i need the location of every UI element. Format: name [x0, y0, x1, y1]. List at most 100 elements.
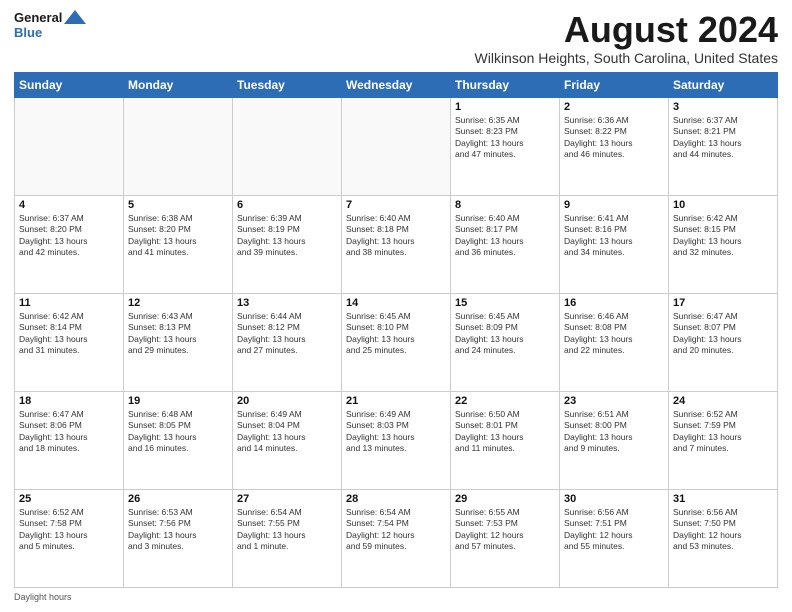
calendar-header-monday: Monday: [124, 72, 233, 97]
calendar-cell: 31 Sunrise: 6:56 AM Sunset: 7:50 PM Dayli…: [669, 489, 778, 587]
calendar-cell: 13 Sunrise: 6:44 AM Sunset: 8:12 PM Dayli…: [233, 293, 342, 391]
calendar-header-tuesday: Tuesday: [233, 72, 342, 97]
calendar-header-thursday: Thursday: [451, 72, 560, 97]
calendar-cell: 26Sunrise: 6:53 AM Sunset: 7:56 PM Dayli…: [124, 489, 233, 587]
day-number: 29: [455, 493, 555, 505]
day-number: 18: [19, 395, 119, 407]
calendar-header-saturday: Saturday: [669, 72, 778, 97]
calendar-week-4: 25 Sunrise: 6:52 AM Sunset: 7:58 PM Dayli…: [15, 489, 778, 587]
calendar-header-wednesday: Wednesday: [342, 72, 451, 97]
day-number: 25: [19, 493, 119, 505]
day-number: 14: [346, 297, 446, 309]
day-number: 22: [455, 395, 555, 407]
day-number: 13: [237, 297, 337, 309]
location: Wilkinson Heights, South Carolina, Unite…: [475, 50, 778, 66]
day-number: 2: [564, 101, 664, 113]
day-info: Sunrise: 6:54 AM Sunset: 7:55 PM Dayligh…: [237, 507, 337, 553]
calendar-cell: 18 Sunrise: 6:47 AM Sunset: 8:06 PM Dayli…: [15, 391, 124, 489]
calendar-cell: 6 Sunrise: 6:39 AM Sunset: 8:19 PM Daylig…: [233, 195, 342, 293]
day-number: 8: [455, 199, 555, 211]
calendar-table: SundayMondayTuesdayWednesdayThursdayFrid…: [14, 72, 778, 588]
calendar-cell: 23 Sunrise: 6:51 AM Sunset: 8:00 PM Dayli…: [560, 391, 669, 489]
calendar-cell: 19Sunrise: 6:48 AM Sunset: 8:05 PM Dayli…: [124, 391, 233, 489]
day-info: Sunrise: 6:46 AM Sunset: 8:08 PM Dayligh…: [564, 311, 664, 357]
logo-icon: [64, 10, 86, 26]
calendar-cell: 20Sunrise: 6:49 AM Sunset: 8:04 PM Dayli…: [233, 391, 342, 489]
day-number: 17: [673, 297, 773, 309]
calendar-header-friday: Friday: [560, 72, 669, 97]
day-info: Sunrise: 6:38 AM Sunset: 8:20 PM Dayligh…: [128, 213, 228, 259]
calendar-cell: 8 Sunrise: 6:40 AM Sunset: 8:17 PM Daylig…: [451, 195, 560, 293]
calendar-cell: 28Sunrise: 6:54 AM Sunset: 7:54 PM Dayli…: [342, 489, 451, 587]
day-info: Sunrise: 6:56 AM Sunset: 7:50 PM Dayligh…: [673, 507, 773, 553]
calendar-cell: 4 Sunrise: 6:37 AM Sunset: 8:20 PM Daylig…: [15, 195, 124, 293]
day-number: 31: [673, 493, 773, 505]
day-info: Sunrise: 6:43 AM Sunset: 8:13 PM Dayligh…: [128, 311, 228, 357]
calendar-cell: 7 Sunrise: 6:40 AM Sunset: 8:18 PM Daylig…: [342, 195, 451, 293]
day-info: Sunrise: 6:37 AM Sunset: 8:20 PM Dayligh…: [19, 213, 119, 259]
day-number: 24: [673, 395, 773, 407]
day-number: 27: [237, 493, 337, 505]
day-number: 20: [237, 395, 337, 407]
day-info: Sunrise: 6:53 AM Sunset: 7:56 PM Dayligh…: [128, 507, 228, 553]
day-info: Sunrise: 6:41 AM Sunset: 8:16 PM Dayligh…: [564, 213, 664, 259]
day-number: 3: [673, 101, 773, 113]
calendar-week-2: 11 Sunrise: 6:42 AM Sunset: 8:14 PM Dayli…: [15, 293, 778, 391]
calendar-cell: [233, 97, 342, 195]
calendar-header-row: SundayMondayTuesdayWednesdayThursdayFrid…: [15, 72, 778, 97]
daylight-label: Daylight hours: [14, 592, 72, 602]
day-number: 12: [128, 297, 228, 309]
day-info: Sunrise: 6:39 AM Sunset: 8:19 PM Dayligh…: [237, 213, 337, 259]
day-info: Sunrise: 6:47 AM Sunset: 8:06 PM Dayligh…: [19, 409, 119, 455]
logo-text-general: General: [14, 11, 62, 25]
calendar-cell: 10Sunrise: 6:42 AM Sunset: 8:15 PM Dayli…: [669, 195, 778, 293]
day-info: Sunrise: 6:42 AM Sunset: 8:14 PM Dayligh…: [19, 311, 119, 357]
day-info: Sunrise: 6:48 AM Sunset: 8:05 PM Dayligh…: [128, 409, 228, 455]
calendar-cell: 3 Sunrise: 6:37 AM Sunset: 8:21 PM Daylig…: [669, 97, 778, 195]
day-number: 6: [237, 199, 337, 211]
day-number: 16: [564, 297, 664, 309]
day-number: 11: [19, 297, 119, 309]
header: General Blue August 2024 Wilkinson Heigh…: [14, 10, 778, 66]
day-number: 7: [346, 199, 446, 211]
calendar-cell: 11 Sunrise: 6:42 AM Sunset: 8:14 PM Dayli…: [15, 293, 124, 391]
calendar-cell: [124, 97, 233, 195]
day-info: Sunrise: 6:52 AM Sunset: 7:58 PM Dayligh…: [19, 507, 119, 553]
calendar-week-0: 1Sunrise: 6:35 AM Sunset: 8:23 PM Daylig…: [15, 97, 778, 195]
calendar-cell: 1Sunrise: 6:35 AM Sunset: 8:23 PM Daylig…: [451, 97, 560, 195]
day-info: Sunrise: 6:51 AM Sunset: 8:00 PM Dayligh…: [564, 409, 664, 455]
calendar-cell: [15, 97, 124, 195]
day-info: Sunrise: 6:36 AM Sunset: 8:22 PM Dayligh…: [564, 115, 664, 161]
day-info: Sunrise: 6:47 AM Sunset: 8:07 PM Dayligh…: [673, 311, 773, 357]
calendar-cell: 14Sunrise: 6:45 AM Sunset: 8:10 PM Dayli…: [342, 293, 451, 391]
month-title: August 2024: [475, 10, 778, 50]
day-info: Sunrise: 6:40 AM Sunset: 8:17 PM Dayligh…: [455, 213, 555, 259]
day-number: 23: [564, 395, 664, 407]
logo-general: General: [14, 10, 62, 25]
day-info: Sunrise: 6:37 AM Sunset: 8:21 PM Dayligh…: [673, 115, 773, 161]
day-info: Sunrise: 6:54 AM Sunset: 7:54 PM Dayligh…: [346, 507, 446, 553]
calendar-cell: 5Sunrise: 6:38 AM Sunset: 8:20 PM Daylig…: [124, 195, 233, 293]
calendar-cell: 21Sunrise: 6:49 AM Sunset: 8:03 PM Dayli…: [342, 391, 451, 489]
day-info: Sunrise: 6:56 AM Sunset: 7:51 PM Dayligh…: [564, 507, 664, 553]
calendar-cell: [342, 97, 451, 195]
day-info: Sunrise: 6:44 AM Sunset: 8:12 PM Dayligh…: [237, 311, 337, 357]
calendar-cell: 9Sunrise: 6:41 AM Sunset: 8:16 PM Daylig…: [560, 195, 669, 293]
day-info: Sunrise: 6:40 AM Sunset: 8:18 PM Dayligh…: [346, 213, 446, 259]
calendar-cell: 30Sunrise: 6:56 AM Sunset: 7:51 PM Dayli…: [560, 489, 669, 587]
day-number: 4: [19, 199, 119, 211]
day-info: Sunrise: 6:35 AM Sunset: 8:23 PM Dayligh…: [455, 115, 555, 161]
logo: General Blue: [14, 10, 86, 40]
calendar-cell: 16 Sunrise: 6:46 AM Sunset: 8:08 PM Dayli…: [560, 293, 669, 391]
calendar-cell: 12 Sunrise: 6:43 AM Sunset: 8:13 PM Dayli…: [124, 293, 233, 391]
title-block: August 2024 Wilkinson Heights, South Car…: [475, 10, 778, 66]
calendar-cell: 24Sunrise: 6:52 AM Sunset: 7:59 PM Dayli…: [669, 391, 778, 489]
page: General Blue August 2024 Wilkinson Heigh…: [0, 0, 792, 612]
calendar-cell: 27 Sunrise: 6:54 AM Sunset: 7:55 PM Dayli…: [233, 489, 342, 587]
day-info: Sunrise: 6:55 AM Sunset: 7:53 PM Dayligh…: [455, 507, 555, 553]
day-info: Sunrise: 6:49 AM Sunset: 8:03 PM Dayligh…: [346, 409, 446, 455]
day-number: 10: [673, 199, 773, 211]
calendar-cell: 29 Sunrise: 6:55 AM Sunset: 7:53 PM Dayli…: [451, 489, 560, 587]
calendar-cell: 22Sunrise: 6:50 AM Sunset: 8:01 PM Dayli…: [451, 391, 560, 489]
logo-blue: Blue: [14, 26, 42, 40]
